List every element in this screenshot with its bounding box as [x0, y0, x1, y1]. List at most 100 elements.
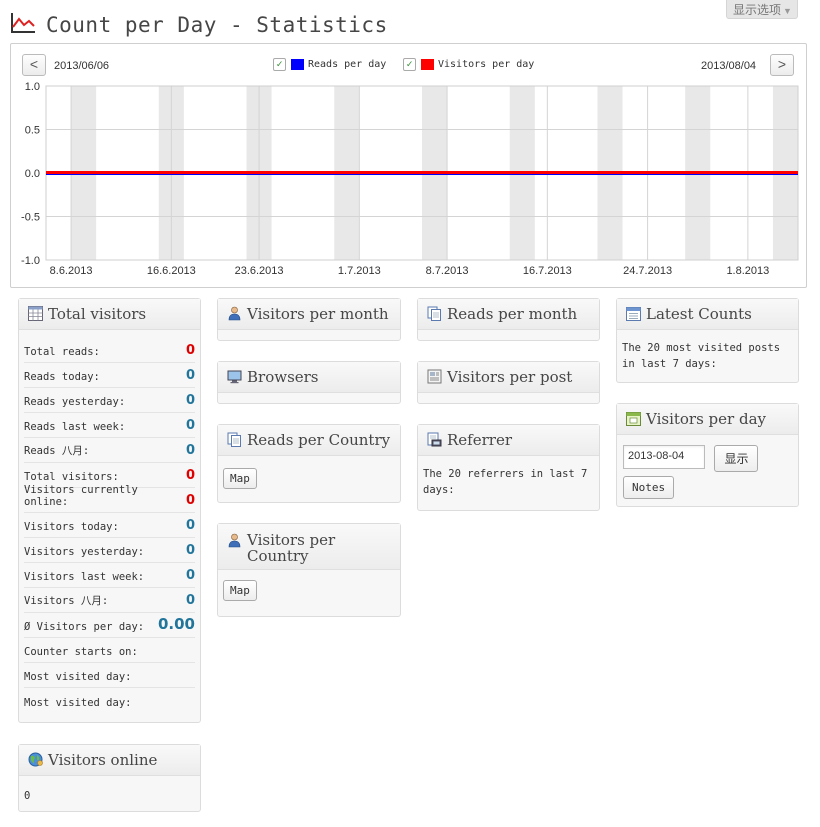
x-tick-label: 23.6.2013	[235, 265, 284, 277]
chart-panel: 1.0 0.5 0.0 -0.5 -1.0 8.6.2013 16.6.2013 23.6.2…	[10, 43, 807, 288]
reads-map-button[interactable]: Map	[223, 468, 257, 489]
y-tick-label: -1.0	[21, 255, 40, 267]
visitors-per-day-form: 2013-08-04 显示 Notes	[617, 435, 798, 499]
y-tick-label: 0.0	[25, 168, 40, 180]
stat-row: Total reads: 0	[24, 338, 195, 363]
documents-icon	[427, 306, 441, 321]
stat-label: Most visited day:	[24, 671, 132, 683]
reads-checkbox[interactable]: ✓	[273, 57, 286, 71]
line-chart-icon	[11, 13, 35, 33]
stat-label: Visitors today:	[24, 521, 119, 533]
x-tick-label: 1.8.2013	[726, 265, 769, 277]
x-tick-label: 16.6.2013	[147, 265, 196, 277]
reads-per-month-widget: Reads per month	[417, 298, 600, 341]
visitors-per-day-title: Visitors per day	[646, 410, 766, 428]
visitors-per-month-header[interactable]: Visitors per month	[218, 299, 400, 330]
previous-period-button[interactable]: <	[22, 54, 46, 76]
stat-label: Reads 八月:	[24, 445, 90, 457]
stat-label: Visitors currently online:	[24, 484, 138, 508]
visitors-map-button[interactable]: Map	[223, 580, 257, 601]
globe-icon	[28, 752, 43, 767]
visitors-per-post-widget: Visitors per post	[417, 361, 600, 404]
visitors-per-country-header[interactable]: Visitors per Country	[218, 524, 400, 570]
stat-row: Visitors last week: 0	[24, 563, 195, 588]
stat-row: Visitors yesterday: 0	[24, 538, 195, 563]
x-tick-label: 8.6.2013	[50, 265, 93, 277]
stat-row: Reads last week: 0	[24, 413, 195, 438]
x-tick-label: 1.7.2013	[338, 265, 381, 277]
stat-value: 0	[185, 543, 195, 558]
visitors-per-post-header[interactable]: Visitors per post	[418, 362, 599, 393]
legend-visitors: ✓ Visitors per day	[403, 56, 534, 72]
stat-value: 0	[185, 593, 195, 608]
table-icon	[28, 306, 43, 321]
latest-counts-title: Latest Counts	[646, 305, 752, 323]
stat-value: 0	[185, 493, 195, 508]
visitors-per-month-title: Visitors per month	[247, 305, 389, 323]
stat-label: Ø Visitors per day:	[24, 621, 145, 633]
stat-row: Reads 八月: 0	[24, 438, 195, 463]
chart: 1.0 0.5 0.0 -0.5 -1.0 8.6.2013 16.6.2013 23.6.2…	[21, 81, 799, 277]
latest-counts-text: The 20 most visited posts in last 7 days…	[622, 342, 781, 370]
stats-list: Total reads: 0 Reads today: 0 Reads yesterda…	[19, 330, 200, 719]
reads-per-month-title: Reads per month	[447, 305, 578, 323]
stat-value: 0	[185, 568, 195, 583]
stat-row: Reads yesterday: 0	[24, 388, 195, 413]
browsers-header[interactable]: Browsers	[218, 362, 400, 393]
legend-reads: ✓ Reads per day	[273, 56, 386, 72]
legend-reads-label: Reads per day	[308, 58, 387, 70]
visitors-swatch	[421, 58, 434, 70]
stat-row: Visitors currently online: 0	[24, 484, 195, 513]
y-tick-label: 0.5	[25, 125, 40, 137]
visitors-online-title: Visitors online	[48, 751, 158, 769]
stat-label: Visitors last week:	[24, 571, 145, 583]
y-tick-label: 1.0	[25, 81, 40, 93]
referrer-icon	[427, 432, 442, 447]
legend-visitors-label: Visitors per day	[438, 58, 535, 70]
user-icon	[228, 533, 241, 548]
stat-value: 0	[185, 443, 195, 458]
total-visitors-header[interactable]: Total visitors	[19, 299, 200, 330]
visitors-per-country-title: Visitors per Country	[247, 531, 336, 565]
reads-per-country-header[interactable]: Reads per Country	[218, 425, 400, 456]
visitors-per-country-body: Map	[218, 570, 400, 611]
visitors-checkbox[interactable]: ✓	[403, 57, 416, 71]
visitors-per-post-title: Visitors per post	[447, 368, 573, 386]
visitors-online-count: 0	[24, 790, 31, 802]
reads-per-month-header[interactable]: Reads per month	[418, 299, 599, 330]
visitors-per-month-widget: Visitors per month	[217, 298, 401, 341]
x-tick-label: 16.7.2013	[523, 265, 572, 277]
referrer-header[interactable]: Referrer	[418, 425, 599, 456]
visitors-per-day-widget: Visitors per day 2013-08-04 显示 Notes	[616, 403, 799, 507]
visitors-online-widget: Visitors online 0	[18, 744, 201, 812]
visitors-online-header[interactable]: Visitors online	[19, 745, 200, 776]
browsers-widget: Browsers	[217, 361, 401, 404]
calendar-day-icon	[626, 412, 641, 426]
stat-row: Counter starts on:	[24, 638, 195, 663]
visitors-per-day-header[interactable]: Visitors per day	[617, 404, 798, 435]
latest-counts-header[interactable]: Latest Counts	[617, 299, 798, 330]
next-period-button[interactable]: >	[770, 54, 794, 76]
stat-row: Visitors today: 0	[24, 513, 195, 538]
stat-row: Visitors 八月: 0	[24, 588, 195, 613]
referrer-widget: Referrer The 20 referrers in last 7 days…	[417, 424, 600, 511]
calendar-icon	[626, 307, 641, 321]
stat-label: Most visited day:	[24, 697, 132, 709]
reads-per-country-widget: Reads per Country Map	[217, 424, 401, 503]
screen-options-button[interactable]: 显示选项 ▼	[726, 0, 798, 19]
browsers-title: Browsers	[247, 368, 319, 386]
visitors-per-day-date-input[interactable]: 2013-08-04	[623, 445, 705, 469]
show-button[interactable]: 显示	[714, 445, 759, 472]
total-visitors-widget: Total visitors Total reads: 0 Reads today:…	[18, 298, 201, 723]
stat-label: Reads today:	[24, 371, 100, 383]
stat-value: 0	[185, 468, 195, 483]
stat-label: Total visitors:	[24, 471, 119, 483]
chart-end-date: 2013/08/04	[701, 60, 757, 72]
y-tick-label: -0.5	[21, 212, 40, 224]
notes-button[interactable]: Notes	[623, 476, 675, 499]
reads-per-country-body: Map	[218, 456, 400, 501]
stat-label: Reads yesterday:	[24, 396, 126, 408]
chart-start-date: 2013/06/06	[54, 60, 110, 72]
page-title: Count per Day - Statistics	[46, 13, 388, 37]
stat-label: Counter starts on:	[24, 646, 138, 658]
